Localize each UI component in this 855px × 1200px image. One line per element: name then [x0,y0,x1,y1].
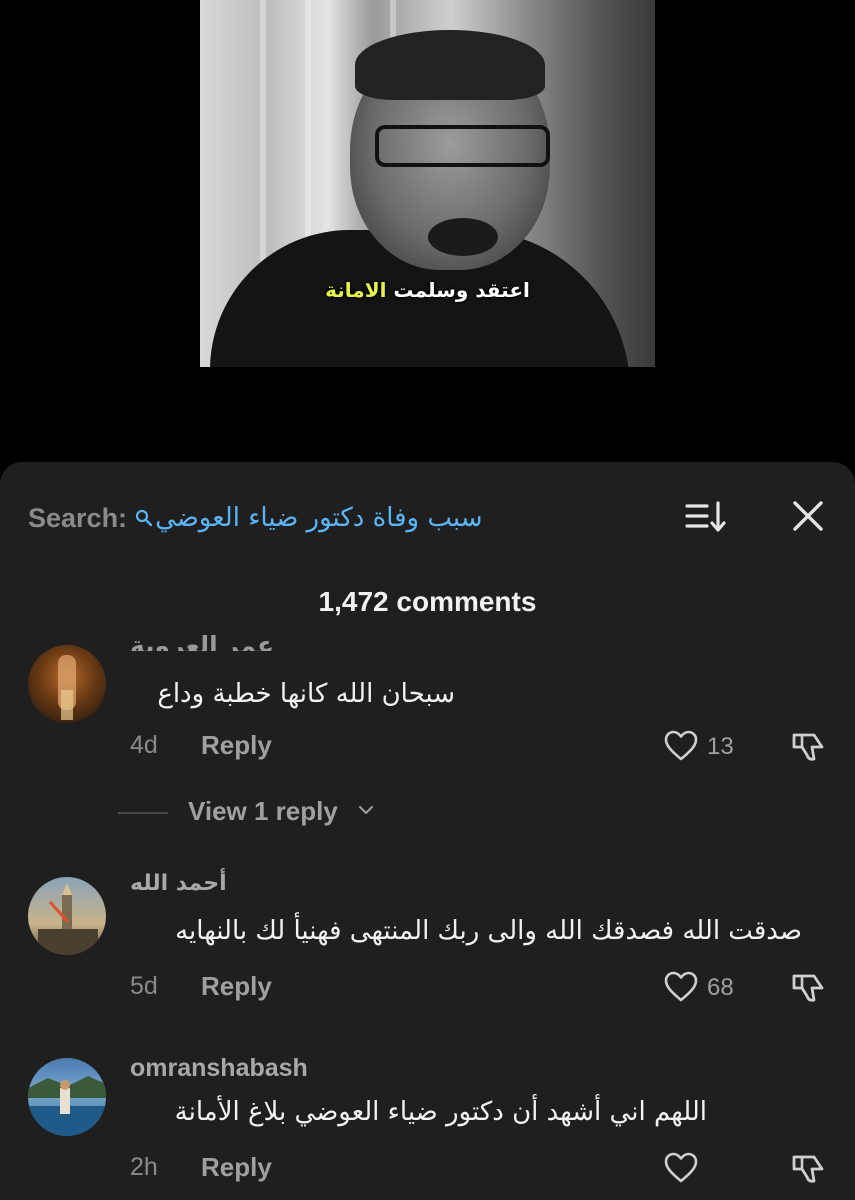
avatar[interactable] [28,877,106,955]
subtitle-highlight-text: الامانة [325,278,387,302]
comment-item: أحمد الله صدقت الله فصدقك الله والى ربك … [0,867,855,1017]
search-query-link[interactable]: سبب وفاة دكتور ضياء العوضي [155,503,482,533]
heart-icon[interactable] [664,971,698,1003]
comment-username[interactable]: أحمد الله [130,871,227,896]
comment-text: صدقت الله فصدقك الله والى ربك المنتهى فه… [175,916,802,946]
comment-count: 1,472 comments [318,586,537,617]
reply-button[interactable]: Reply [201,1152,272,1183]
sort-icon[interactable] [685,500,727,534]
avatar-image [38,883,98,955]
comment-username[interactable]: omranshabash [130,1054,308,1083]
like-count: 68 [707,974,734,1001]
video-person-hair [355,30,545,100]
comment-username[interactable]: عمر العروبة [130,631,274,651]
close-icon[interactable] [790,498,826,534]
avatar[interactable] [28,645,106,723]
video-person-glasses [375,125,550,167]
chevron-down-icon [359,806,373,814]
heart-icon[interactable] [664,1152,698,1184]
comment-item: omranshabash اللهم اني أشهد أن دكتور ضيا… [0,1050,855,1200]
video-subtitle: اعتقد وسلمت الامانة [200,278,655,302]
dislike-icon[interactable] [790,729,826,765]
video-person-mouth [428,218,498,256]
comment-item: عمر العروبة سبحان الله كانها خطبة وداع 4… [0,632,855,787]
comment-text: سبحان الله كانها خطبة وداع [157,679,455,709]
avatar[interactable] [28,1058,106,1136]
dislike-icon[interactable] [790,1151,826,1187]
comment-time: 5d [130,972,158,1000]
comment-text: اللهم اني أشهد أن دكتور ضياء العوضي بلاغ… [174,1097,707,1127]
search-icon [135,509,153,527]
comment-time: 4d [130,731,158,759]
avatar-image [28,1076,106,1136]
view-replies-label: View 1 reply [188,796,338,826]
search-label: Search: [28,502,128,533]
subtitle-white-text: اعتقد وسلمت [393,278,530,302]
reply-button[interactable]: Reply [201,730,272,761]
heart-icon[interactable] [664,730,698,762]
video-player[interactable]: اعتقد وسلمت الامانة [200,0,655,367]
comments-sheet: Search: سبب وفاة دكتور ضياء العوضي 1,472… [0,462,855,1200]
divider-line [118,812,168,814]
comment-time: 2h [130,1153,158,1181]
like-count: 13 [707,733,734,760]
avatar-image [58,655,76,720]
search-suggestion[interactable]: Search: سبب وفاة دكتور ضياء العوضي [28,498,483,538]
reply-button[interactable]: Reply [201,971,272,1002]
dislike-icon[interactable] [790,970,826,1006]
